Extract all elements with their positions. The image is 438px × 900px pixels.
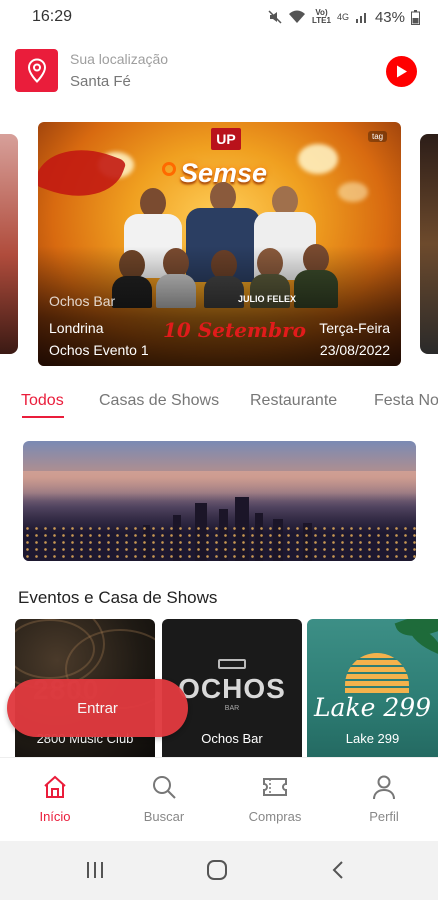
status-icons: Vo) LTE1 4G 43% <box>268 9 420 26</box>
system-nav-bar <box>0 841 438 900</box>
battery-icon <box>411 9 420 25</box>
nav-label: Buscar <box>143 809 185 824</box>
nav-item-buscar[interactable]: Buscar <box>124 774 204 824</box>
venue-card-ochos-bar[interactable]: OCHOS BAR Ochos Bar <box>162 619 302 757</box>
location-city[interactable]: Santa Fé <box>70 73 131 90</box>
map-pin-icon <box>27 57 46 83</box>
featured-event-card[interactable]: UP tag Semse JULIO FELEX 10 Setembro Och… <box>38 122 401 366</box>
decorative-feather <box>38 133 127 213</box>
poster-date: 10 Setembro <box>163 318 306 342</box>
home-icon <box>44 775 66 798</box>
youtube-play-button[interactable] <box>386 56 417 87</box>
youtube-play-icon <box>396 65 407 78</box>
nav-item-inicio[interactable]: Início <box>15 774 95 824</box>
nav-item-compras[interactable]: Compras <box>235 774 315 824</box>
nav-label: Início <box>39 809 71 824</box>
nav-label: Compras <box>248 809 302 824</box>
event-city: Londrina <box>49 320 104 336</box>
event-name: Ochos Evento 1 <box>49 342 149 358</box>
sun-graphic <box>345 653 409 695</box>
tab-festa-noturna[interactable]: Festa No <box>374 392 438 410</box>
brand-logo: UP <box>211 128 241 150</box>
signal-icon <box>355 13 366 23</box>
tab-todos[interactable]: Todos <box>21 392 64 410</box>
event-venue: Ochos Bar <box>49 293 116 309</box>
section-title: Eventos e Casa de Shows <box>18 588 218 607</box>
event-date: 23/08/2022 <box>319 342 390 358</box>
network-gen: 4G <box>336 12 349 22</box>
ticket-icon <box>263 778 287 796</box>
back-icon[interactable] <box>330 859 346 881</box>
venue-card-lake-299[interactable]: Lake 299 Lake 299 <box>307 619 438 757</box>
event-weekday: Terça-Feira <box>319 320 390 336</box>
tab-casas-de-shows[interactable]: Casas de Shows <box>99 392 219 410</box>
carousel-next-card[interactable] <box>420 134 438 354</box>
bottom-nav: Início Buscar Compras Perfil <box>0 757 438 841</box>
venue-name: Ochos Bar <box>201 731 263 746</box>
city-banner[interactable] <box>23 441 416 561</box>
nav-item-perfil[interactable]: Perfil <box>344 774 424 824</box>
carousel-prev-card[interactable] <box>0 134 18 354</box>
location-header: Sua localização Santa Fé <box>0 40 438 102</box>
battery-percent: 43% <box>374 8 405 26</box>
home-button-icon[interactable] <box>206 859 228 881</box>
poster-artist: JULIO FELEX <box>238 294 297 304</box>
semse-logo-mark <box>162 162 176 176</box>
location-caption: Sua localização <box>70 51 169 67</box>
featured-carousel[interactable]: UP tag Semse JULIO FELEX 10 Setembro Och… <box>0 118 438 370</box>
nav-label: Perfil <box>369 809 399 824</box>
wifi-icon <box>288 10 305 23</box>
location-button[interactable] <box>15 49 58 92</box>
search-icon <box>153 776 176 799</box>
venue-name: Lake 299 <box>345 731 400 746</box>
mute-icon <box>268 10 282 24</box>
recent-apps-icon[interactable] <box>85 859 105 881</box>
tab-restaurante[interactable]: Restaurante <box>250 392 337 410</box>
volte-indicator: Vo) LTE1 <box>311 8 331 25</box>
poster-tag: tag <box>368 131 388 142</box>
status-bar: 16:29 Vo) LTE1 4G 43% <box>0 0 438 34</box>
status-time: 16:29 <box>32 8 73 25</box>
venue-logo: Lake 299 <box>313 693 432 722</box>
enter-button[interactable]: Entrar <box>7 679 188 737</box>
category-tabs: Todos Casas de Shows Restaurante Festa N… <box>0 384 438 424</box>
user-icon <box>373 775 395 800</box>
active-tab-indicator <box>22 416 64 418</box>
crown-icon <box>218 659 246 669</box>
